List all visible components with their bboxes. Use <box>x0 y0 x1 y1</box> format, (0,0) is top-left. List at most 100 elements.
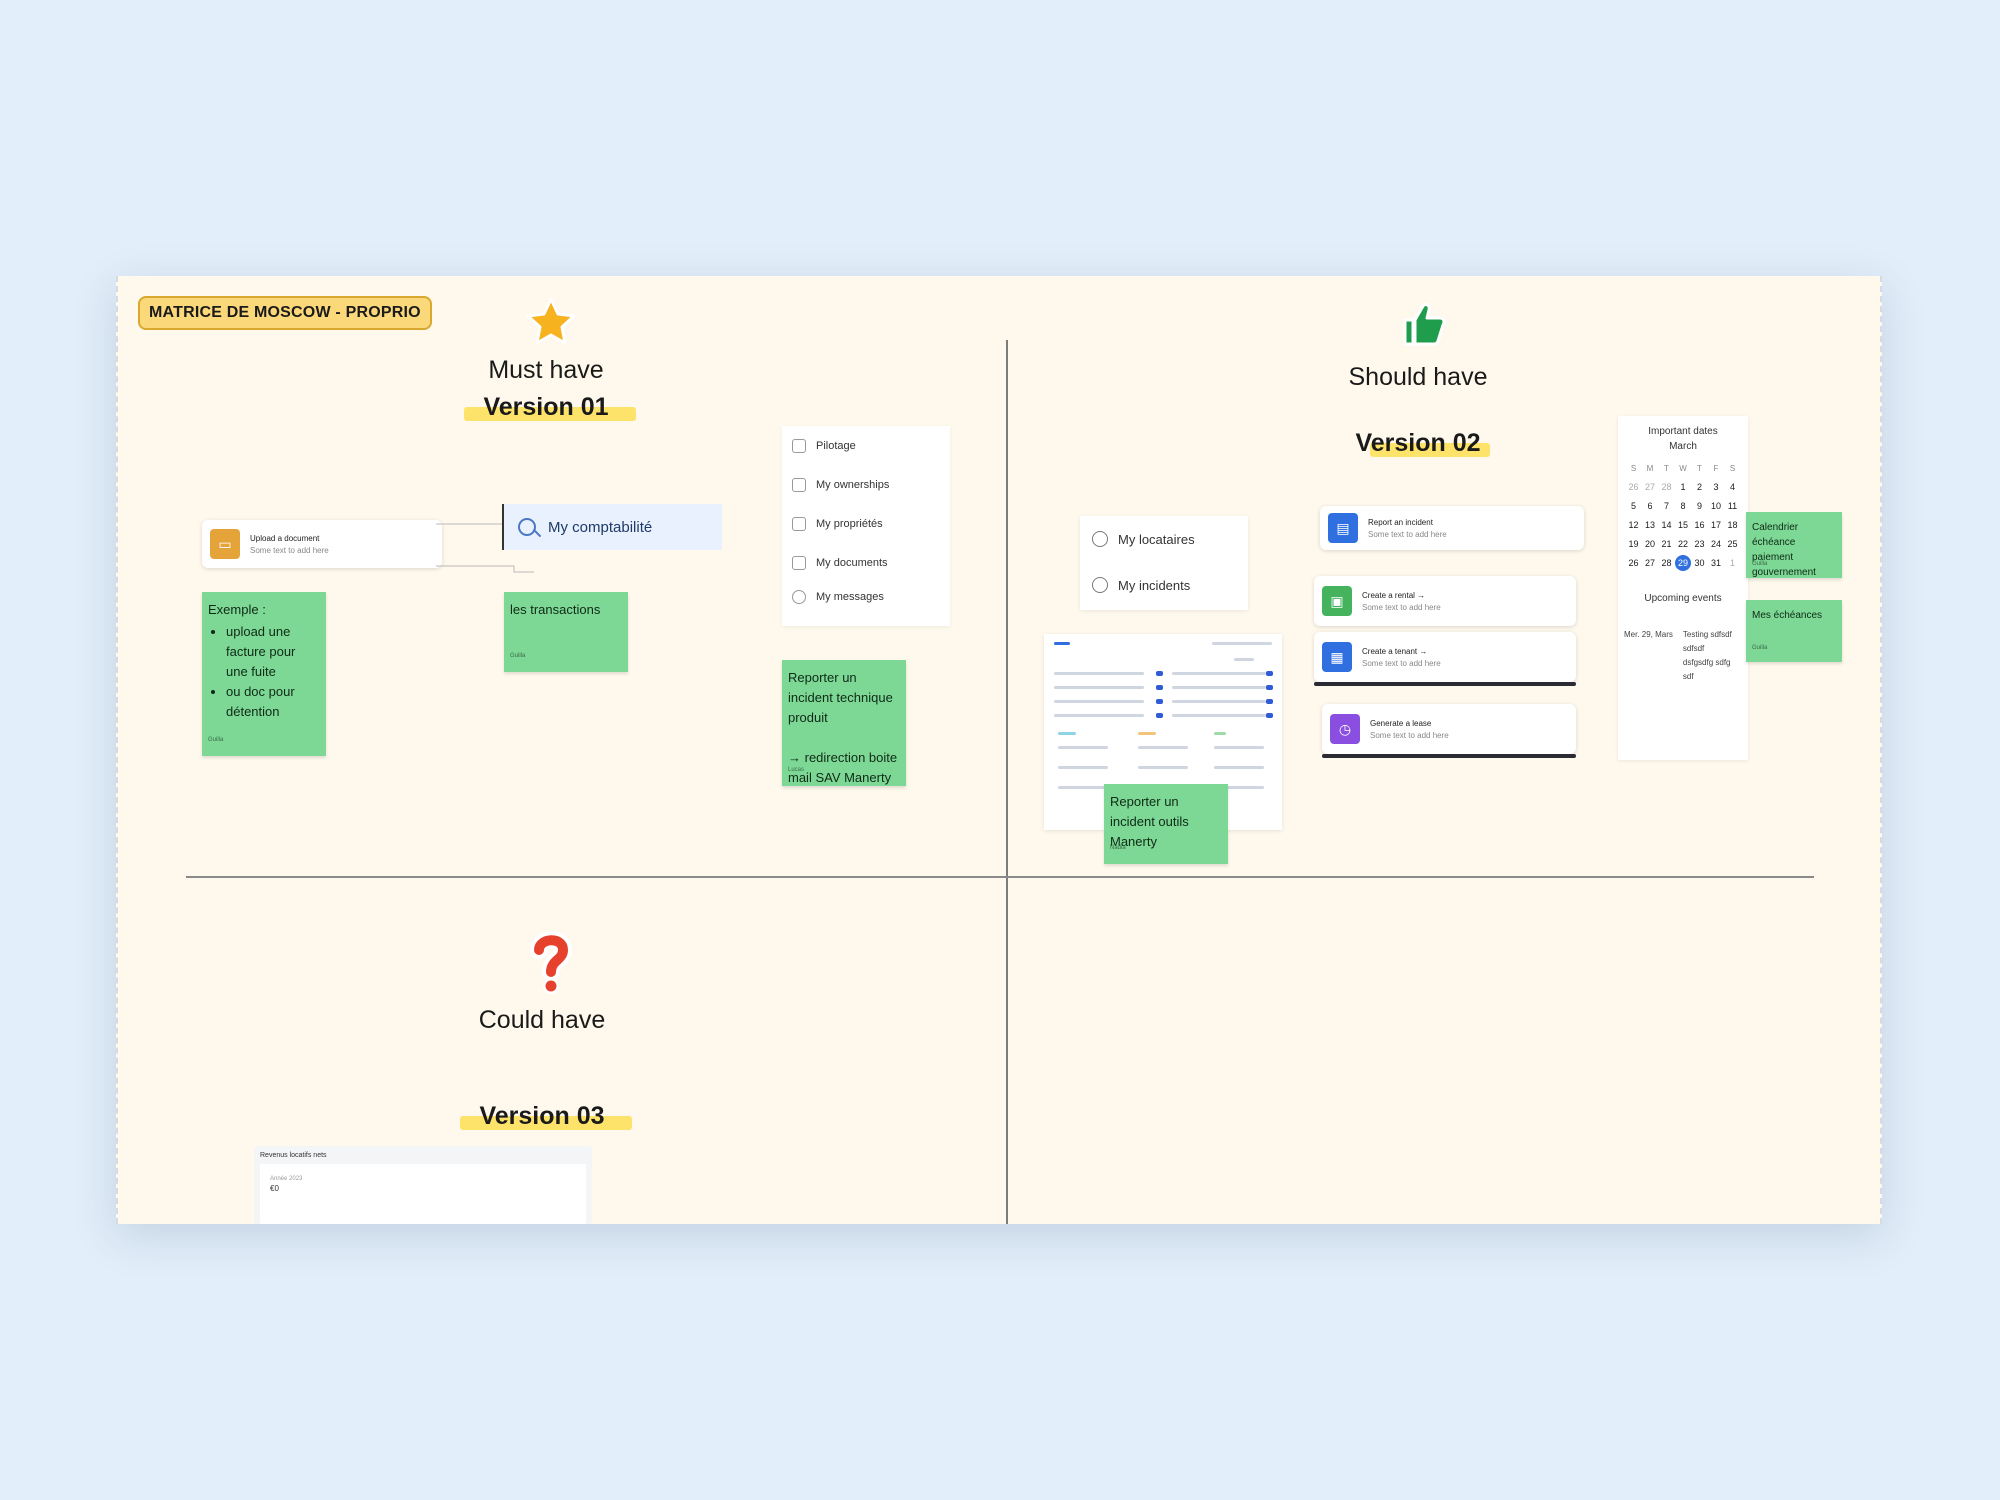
generate-lease-card[interactable]: ◷ Generate a lease Some text to add here <box>1322 704 1576 758</box>
calendar-day[interactable]: 27 <box>1642 482 1659 492</box>
revenus-title: Revenus locatifs nets <box>260 1152 327 1159</box>
calendar-day[interactable]: 4 <box>1724 482 1741 492</box>
moscow-board: MATRICE DE MOSCOW - PROPRIO Must have Ve… <box>116 276 1882 1224</box>
folder-icon <box>792 555 806 570</box>
calendar-day[interactable]: 28 <box>1658 558 1675 571</box>
menu-item-messages[interactable]: My messages <box>782 582 950 612</box>
key-icon <box>518 518 536 536</box>
calendar-day[interactable]: 3 <box>1708 482 1725 492</box>
comptabilite-menu-item[interactable]: My comptabilité <box>502 504 722 550</box>
upload-card-title: Upload a document <box>250 533 320 543</box>
calendar-day[interactable]: 26 <box>1625 558 1642 571</box>
card-title: Create a rental → <box>1362 590 1426 600</box>
calendar-month: March <box>1669 441 1697 452</box>
menu-item-proprietes[interactable]: My propriétés <box>782 504 950 543</box>
could-have-title[interactable]: Could have <box>422 1006 662 1035</box>
sticky-note-incident-outils[interactable]: Reporter un incident outils Manerty Nadi… <box>1104 784 1228 864</box>
calendar-day[interactable]: 1 <box>1675 482 1692 492</box>
menu-item-label: My messages <box>816 591 884 603</box>
calendar-day[interactable]: 7 <box>1658 501 1675 511</box>
must-have-title[interactable]: Must have <box>426 356 666 385</box>
calendar-day[interactable]: 19 <box>1625 539 1642 549</box>
chat-icon <box>792 590 806 604</box>
create-rental-card[interactable]: ▣ Create a rental → Some text to add her… <box>1314 576 1576 626</box>
could-have-version[interactable]: Version 03 <box>422 1102 662 1131</box>
calendar-day[interactable]: 21 <box>1658 539 1675 549</box>
menu-item-ownerships[interactable]: My ownerships <box>782 465 950 504</box>
must-have-version[interactable]: Version 01 <box>426 393 666 422</box>
calendar-day[interactable]: 20 <box>1642 539 1659 549</box>
sticky-author: Lucas <box>788 767 805 773</box>
calendar-day[interactable]: 15 <box>1675 520 1692 530</box>
calendar-day[interactable]: 2 <box>1691 482 1708 492</box>
comptabilite-label: My comptabilité <box>548 518 653 536</box>
calendar-day[interactable]: 8 <box>1675 501 1692 511</box>
calendar-weekday: M <box>1646 464 1654 473</box>
calendar-day[interactable]: 28 <box>1658 482 1675 492</box>
menu-item-documents[interactable]: My documents <box>782 543 950 582</box>
calendar-day[interactable]: 30 <box>1691 558 1708 571</box>
menu-item-pilotage[interactable]: Pilotage <box>782 426 950 465</box>
calendar-day[interactable]: 25 <box>1724 539 1741 549</box>
sticky-text: les transactions <box>510 602 601 617</box>
calendar-day[interactable]: 26 <box>1625 482 1642 492</box>
menu-item-label: My ownerships <box>816 478 890 491</box>
card-subtitle: Some text to add here <box>1370 730 1449 740</box>
calendar-day[interactable]: 23 <box>1691 539 1708 549</box>
upload-document-card[interactable]: ▭ Upload a document Some text to add her… <box>202 520 442 568</box>
sticky-note-transactions[interactable]: les transactions Guilla <box>504 592 628 672</box>
calendar-weekday: W <box>1679 464 1687 473</box>
menu-item-incidents[interactable]: My incidents <box>1080 562 1248 608</box>
upload-card-subtitle: Some text to add here <box>250 545 329 555</box>
sticky-list-item: ou doc pour détention <box>226 682 320 722</box>
card-subtitle: Some text to add here <box>1362 658 1441 668</box>
sticky-note-calendrier[interactable]: Calendrier échéance paiement gouvernemen… <box>1746 512 1842 578</box>
should-have-version[interactable]: Version 02 <box>1298 429 1538 458</box>
event-text: Testing sdfsdf sdfsdf dsfgsdfg sdfg sdf <box>1682 630 1732 681</box>
calendar-day[interactable]: 17 <box>1708 520 1725 530</box>
calendar-day[interactable]: 22 <box>1675 539 1692 549</box>
horizontal-divider <box>186 876 1814 878</box>
report-incident-card[interactable]: ▤ Report an incident Some text to add he… <box>1320 506 1584 550</box>
calendar-day[interactable]: 10 <box>1708 501 1725 511</box>
calendar-day[interactable]: 1 <box>1724 558 1741 571</box>
must-have-version-text: Version 01 <box>483 393 609 421</box>
create-tenant-card[interactable]: ▦ Create a tenant → Some text to add her… <box>1314 632 1576 686</box>
revenus-panel: Année 2023 €0 <box>260 1164 586 1224</box>
card-subtitle: Some text to add here <box>1368 529 1447 539</box>
calendar-day[interactable]: 12 <box>1625 520 1642 530</box>
calendar-day[interactable]: 29 <box>1675 555 1692 571</box>
menu-item-label: My propriétés <box>816 517 883 530</box>
card-title: Report an incident <box>1368 517 1433 527</box>
calendar-day[interactable]: 16 <box>1691 520 1708 530</box>
calendar-day[interactable]: 13 <box>1642 520 1659 530</box>
revenus-widget[interactable]: Revenus locatifs nets Année 2023 €0 <box>254 1146 592 1224</box>
sticky-author: Guilla <box>510 653 526 659</box>
sticky-note-echeances[interactable]: Mes échéances Guilla <box>1746 600 1842 662</box>
calendar-day[interactable]: 14 <box>1658 520 1675 530</box>
event-date: Mer. 29, Mars <box>1624 630 1673 639</box>
calendar-day[interactable]: 11 <box>1724 501 1741 511</box>
frame-label[interactable]: MATRICE DE MOSCOW - PROPRIO <box>138 296 432 330</box>
should-have-version-text: Version 02 <box>1355 429 1481 457</box>
calendar-day[interactable]: 31 <box>1708 558 1725 571</box>
calendar-day[interactable]: 27 <box>1642 558 1659 571</box>
grid-icon <box>792 438 806 453</box>
star-icon[interactable] <box>516 296 586 357</box>
calendar-title: Important dates <box>1648 426 1718 437</box>
should-have-title[interactable]: Should have <box>1298 363 1538 392</box>
card-underline <box>1322 754 1576 758</box>
menu-item-label: My incidents <box>1118 577 1191 593</box>
important-dates-calendar[interactable]: Important dates March S M T W T F S 26 27 28 1 2 3 4 5… <box>1618 416 1748 760</box>
sticky-note-exemple[interactable]: Exemple : upload une facture pour une fu… <box>202 592 326 756</box>
calendar-day[interactable]: 6 <box>1642 501 1659 511</box>
calendar-day[interactable]: 5 <box>1625 501 1642 511</box>
calendar-event[interactable]: Mer. 29, Mars Testing sdfsdf sdfsdf dsfg… <box>1624 628 1748 684</box>
sticky-note-incident-produit[interactable]: Reporter un incident technique produit →… <box>782 660 906 786</box>
menu-item-locataires[interactable]: My locataires <box>1080 516 1248 562</box>
calendar-day[interactable]: 18 <box>1724 520 1741 530</box>
calendar-day[interactable]: 24 <box>1708 539 1725 549</box>
thumbs-up-icon[interactable] <box>1388 298 1458 359</box>
question-mark-icon[interactable] <box>516 930 586 1003</box>
calendar-day[interactable]: 9 <box>1691 501 1708 511</box>
